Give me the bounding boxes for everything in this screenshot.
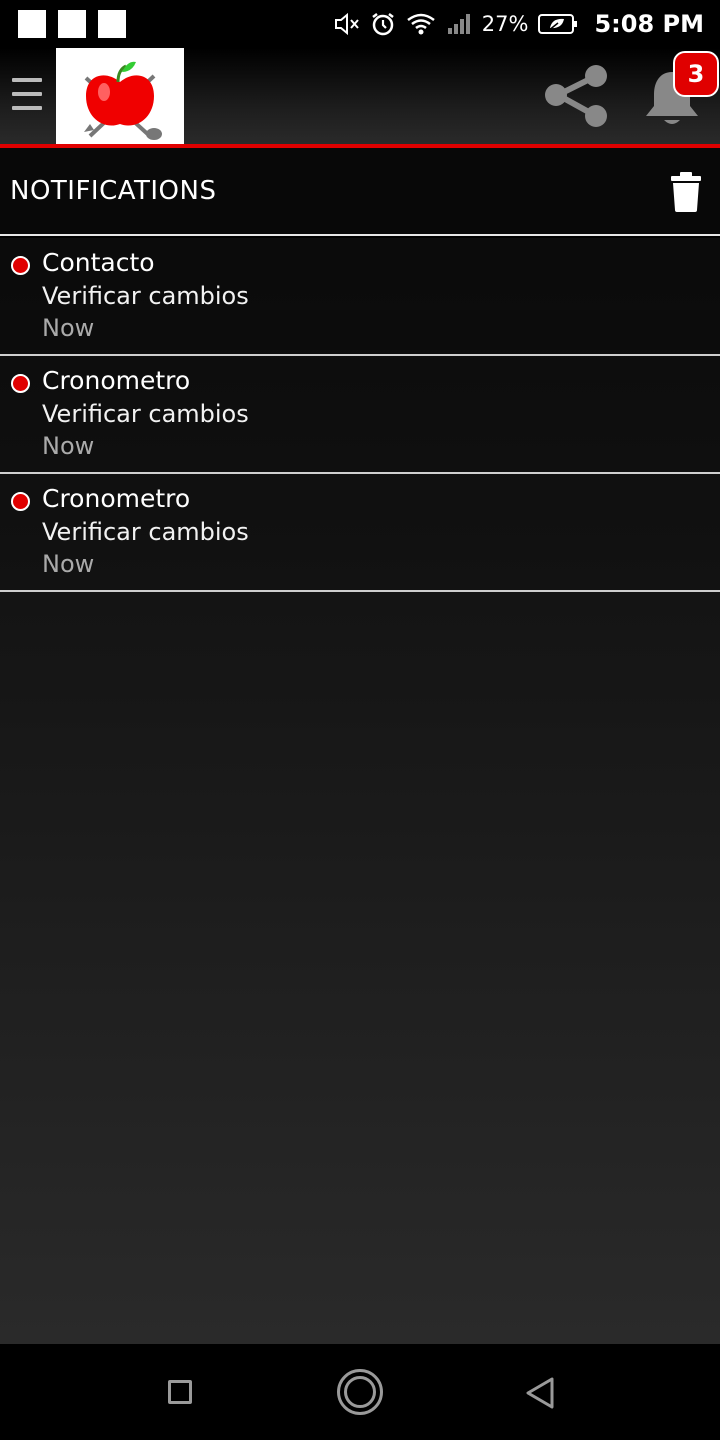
- status-bar: 27% 5:08 PM: [0, 0, 720, 48]
- notification-time: Now: [42, 550, 95, 578]
- signal-icon: [447, 14, 470, 34]
- notification-time: Now: [42, 314, 95, 342]
- notification-item[interactable]: Cronometro Verificar cambios Now: [0, 474, 720, 592]
- wifi-icon: [407, 13, 435, 35]
- menu-icon[interactable]: [12, 78, 42, 114]
- home-circle-icon: [344, 1376, 376, 1408]
- notification-title: Contacto: [42, 248, 155, 277]
- back-button[interactable]: [524, 1376, 556, 1410]
- notification-title: Cronometro: [42, 366, 191, 395]
- share-icon[interactable]: [540, 58, 614, 132]
- home-button[interactable]: [337, 1369, 383, 1415]
- notification-placeholder-icon: [18, 10, 46, 38]
- notification-item[interactable]: Cronometro Verificar cambios Now: [0, 356, 720, 474]
- battery-percent: 27%: [481, 12, 529, 36]
- trash-icon[interactable]: [668, 172, 704, 212]
- app-logo[interactable]: [56, 48, 184, 144]
- notification-body: Verificar cambios: [42, 518, 249, 546]
- notification-placeholder-icon: [58, 10, 86, 38]
- notification-time: Now: [42, 432, 95, 460]
- unread-dot-icon: [11, 374, 30, 393]
- alarm-icon: [372, 13, 394, 36]
- apple-logo-icon: [84, 61, 162, 140]
- unread-dot-icon: [11, 492, 30, 511]
- notification-list: Contacto Verificar cambios Now Cronometr…: [0, 238, 720, 1344]
- notification-body: Verificar cambios: [42, 400, 249, 428]
- notification-count-badge: 3: [673, 51, 719, 97]
- notification-placeholder-icon: [98, 10, 126, 38]
- notification-title: Cronometro: [42, 484, 191, 513]
- unread-dot-icon: [11, 256, 30, 275]
- recents-button[interactable]: [168, 1380, 192, 1404]
- clock: 5:08 PM: [594, 10, 704, 38]
- notifications-header: NOTIFICATIONS: [0, 148, 720, 236]
- page-title: NOTIFICATIONS: [10, 176, 217, 206]
- system-navigation-bar: [0, 1344, 720, 1440]
- mute-icon: [334, 12, 359, 36]
- notification-item[interactable]: Contacto Verificar cambios Now: [0, 238, 720, 356]
- battery-saver-icon: [538, 14, 578, 34]
- notification-body: Verificar cambios: [42, 282, 249, 310]
